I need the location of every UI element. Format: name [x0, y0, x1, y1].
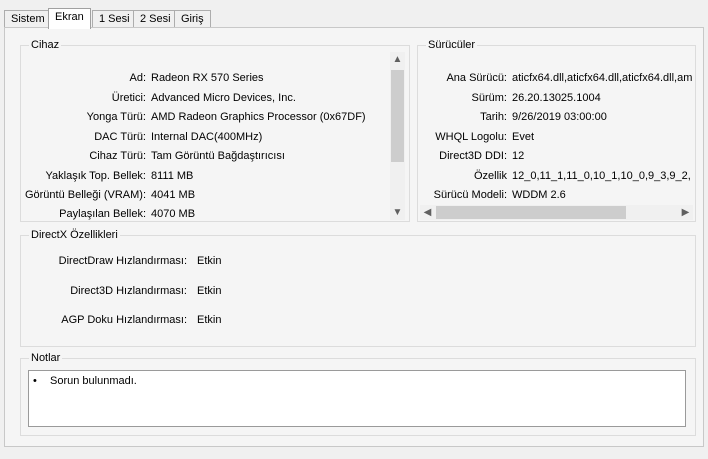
scroll-thumb[interactable]: [436, 206, 626, 219]
driver-label: Direct3D DDI:: [439, 150, 507, 162]
directx-label: Direct3D Hızlandırması:: [70, 285, 187, 297]
driver-value: Evet: [512, 131, 535, 143]
device-value: Advanced Micro Devices, Inc.: [151, 92, 296, 104]
directx-value: Etkin: [197, 314, 222, 326]
driver-label: Tarih:: [480, 111, 507, 123]
device-value: 8111 MB: [151, 170, 194, 182]
notes-group-title: Notlar: [29, 351, 63, 366]
driver-label: Sürücü Modeli:: [433, 189, 507, 201]
device-value: Tam Görüntü Bağdaştırıcısı: [151, 150, 285, 162]
device-value: 4041 MB: [151, 189, 196, 201]
directx-group-title: DirectX Özellikleri: [29, 228, 120, 243]
notes-item: • Sorun bulunmadı.: [33, 374, 137, 388]
driver-label: WHQL Logolu:: [435, 131, 507, 143]
bullet-icon: •: [33, 375, 37, 387]
drivers-group: Sürücüler Ana Sürücü: aticfx64.dll,aticf…: [417, 38, 696, 222]
tab-panel: Cihaz Ad: Radeon RX 570 Series Üretici: …: [4, 27, 704, 447]
notes-group: Notlar • Sorun bulunmadı.: [20, 351, 696, 436]
device-label: Paylaşılan Bellek:: [59, 208, 146, 220]
drivers-horizontal-scrollbar[interactable]: ◀ ▶: [420, 205, 693, 220]
device-value: 4070 MB: [151, 208, 196, 220]
scroll-down-icon[interactable]: ▼: [390, 205, 405, 220]
device-label: Yaklaşık Top. Bellek:: [45, 170, 146, 182]
driver-value: 12_0,11_1,11_0,10_1,10_0,9_3,9_2,: [512, 170, 691, 182]
device-group-title: Cihaz: [29, 38, 62, 53]
tab-ekran[interactable]: Ekran: [48, 8, 91, 29]
driver-value: WDDM 2.6: [512, 189, 566, 201]
driver-label: Ana Sürücü:: [446, 72, 507, 84]
directx-label: AGP Doku Hızlandırması:: [61, 314, 187, 326]
device-label: Yonga Türü:: [86, 111, 146, 123]
driver-value: 12: [512, 150, 525, 162]
driver-value: 9/26/2019 03:00:00: [512, 111, 607, 123]
driver-value: 26.20.13025.1004: [512, 92, 601, 104]
notes-text-area[interactable]: • Sorun bulunmadı.: [28, 370, 686, 427]
driver-value: aticfx64.dll,aticfx64.dll,aticfx64.dll,a…: [512, 72, 693, 84]
directx-label: DirectDraw Hızlandırması:: [58, 255, 187, 267]
device-label: Üretici:: [111, 92, 146, 104]
drivers-group-title: Sürücüler: [426, 38, 478, 53]
scroll-right-icon[interactable]: ▶: [678, 205, 693, 220]
directx-value: Etkin: [197, 285, 222, 297]
tab-1-sesi[interactable]: 1 Sesi: [92, 10, 137, 28]
scroll-up-icon[interactable]: ▲: [390, 52, 405, 67]
device-label: Ad:: [129, 72, 146, 84]
device-label: Görüntü Belleği (VRAM):: [24, 189, 146, 201]
device-label: Cihaz Türü:: [89, 150, 146, 162]
device-value: Radeon RX 570 Series: [151, 72, 264, 84]
directx-group: DirectX Özellikleri DirectDraw Hızlandır…: [20, 228, 696, 347]
directx-value: Etkin: [197, 255, 222, 267]
driver-label: Sürüm:: [471, 92, 507, 104]
device-value: Internal DAC(400MHz): [151, 131, 263, 143]
tab-2-sesi[interactable]: 2 Sesi: [133, 10, 178, 28]
driver-label: Özellik: [473, 170, 507, 182]
tab-sistem[interactable]: Sistem: [4, 10, 52, 28]
device-label: DAC Türü:: [94, 131, 146, 143]
notes-item-text: Sorun bulunmadı.: [50, 375, 137, 387]
scroll-left-icon[interactable]: ◀: [420, 205, 435, 220]
tab-giris[interactable]: Giriş: [174, 10, 211, 28]
